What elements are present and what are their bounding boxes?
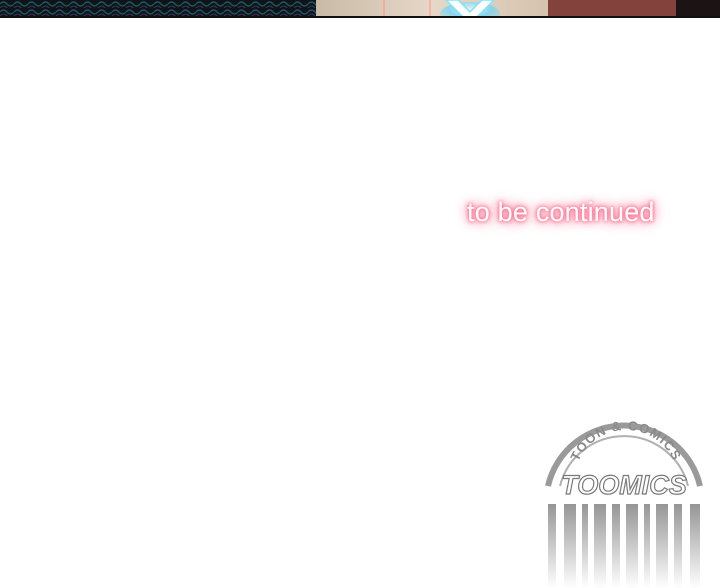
previous-panel-artwork <box>0 0 720 18</box>
toomics-stamp-logo: TOON & COMICS TOOMICS <box>544 404 704 588</box>
stamp-brand-text: TOOMICS <box>561 470 687 500</box>
to-be-continued-text: to be continued <box>467 197 655 227</box>
neon-chevron-icon <box>440 0 500 18</box>
stamp-fading-bars <box>548 504 700 588</box>
